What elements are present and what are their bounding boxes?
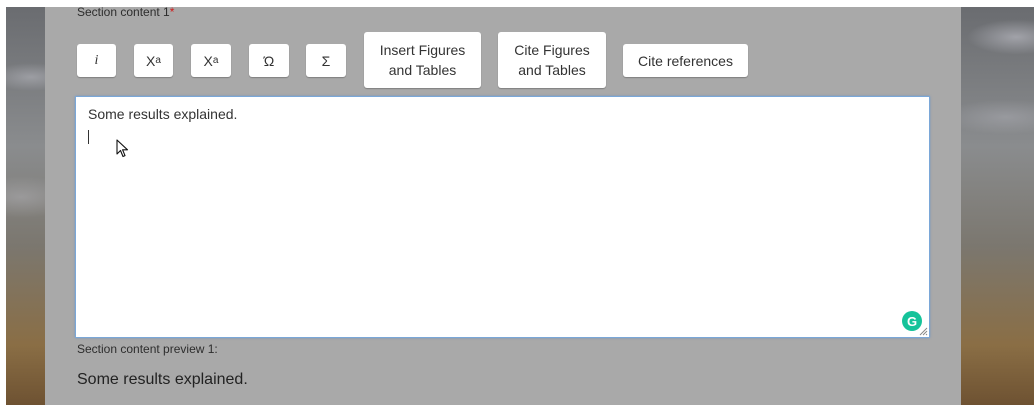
special-characters-button[interactable]: Ώ [249,44,289,77]
superscript-button[interactable]: Xa [134,44,173,77]
superscript-exp: a [155,55,161,66]
cite-figures-tables-label: Cite Figures and Tables [514,40,589,80]
insert-figures-line2: and Tables [388,62,457,78]
subscript-base: X [203,52,213,69]
viewport: Section content 1* i Xa Xa Ώ Σ Insert Fi… [0,0,1034,405]
text-caret [88,130,89,144]
insert-figures-line1: Insert Figures [379,42,466,58]
section-content-label: Section content 1* [77,5,174,19]
equation-button[interactable]: Σ [306,44,346,77]
cite-figures-tables-button[interactable]: Cite Figures and Tables [498,32,606,88]
resize-handle-icon[interactable] [918,326,928,336]
cite-figures-line1: Cite Figures [514,42,590,58]
section-content-editor[interactable]: Some results explained. G [75,96,930,338]
grammarly-letter: G [906,313,918,329]
editor-text: Some results explained. [88,106,238,122]
mouse-pointer-icon [116,139,129,158]
omega-icon: Ώ [263,52,275,69]
cite-references-button[interactable]: Cite references [623,44,748,77]
italic-button-label: i [94,52,99,68]
italic-button[interactable]: i [77,44,116,77]
cite-references-label: Cite references [638,52,733,69]
insert-figures-tables-button[interactable]: Insert Figures and Tables [364,32,481,88]
sigma-icon: Σ [321,52,331,69]
preview-text: Some results explained. [77,371,248,388]
required-marker: * [169,5,175,19]
superscript-base: X [146,52,156,69]
subscript-sub: a [212,55,219,66]
section-content-label-text: Section content 1 [77,5,170,19]
preview-label: Section content preview 1: [77,342,218,356]
subscript-button[interactable]: Xa [191,44,231,77]
cite-figures-line2: and Tables [518,62,586,78]
insert-figures-tables-label: Insert Figures and Tables [380,40,466,80]
